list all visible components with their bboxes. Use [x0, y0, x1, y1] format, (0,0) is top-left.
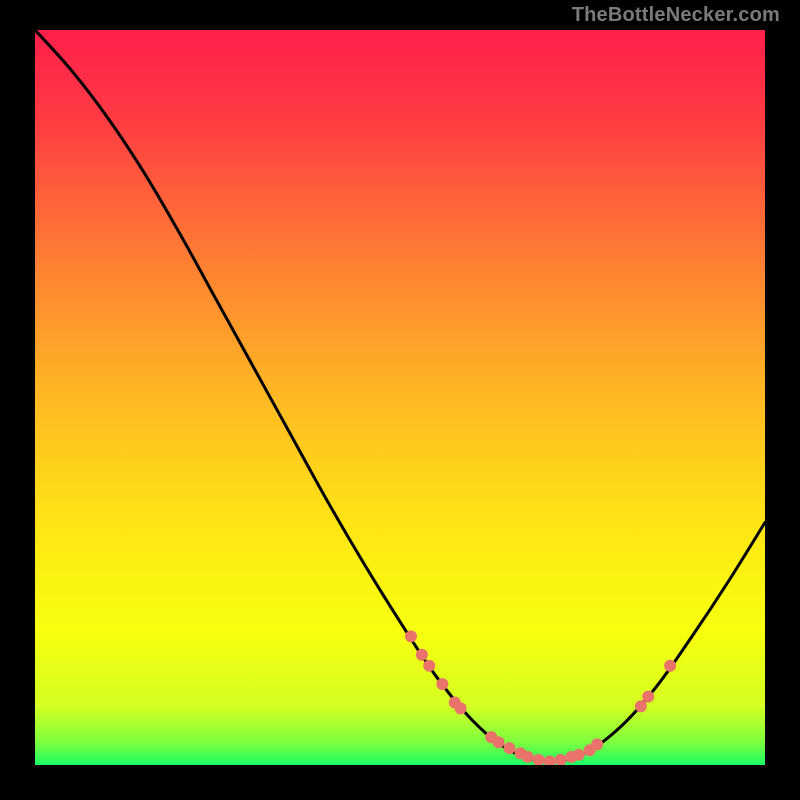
data-marker [416, 649, 428, 661]
chart-container: TheBottleNecker.com [0, 0, 800, 800]
data-marker [436, 678, 448, 690]
data-marker [573, 749, 585, 761]
data-marker [493, 736, 505, 748]
data-marker [423, 660, 435, 672]
data-marker [504, 742, 516, 754]
attribution-text: TheBottleNecker.com [572, 4, 780, 27]
plot-background [35, 30, 765, 765]
data-marker [642, 691, 654, 703]
data-marker [635, 700, 647, 712]
data-marker [455, 702, 467, 714]
data-marker [664, 660, 676, 672]
data-marker [522, 751, 534, 763]
data-marker [405, 630, 417, 642]
bottleneck-plot [35, 30, 765, 765]
data-marker [591, 738, 603, 750]
